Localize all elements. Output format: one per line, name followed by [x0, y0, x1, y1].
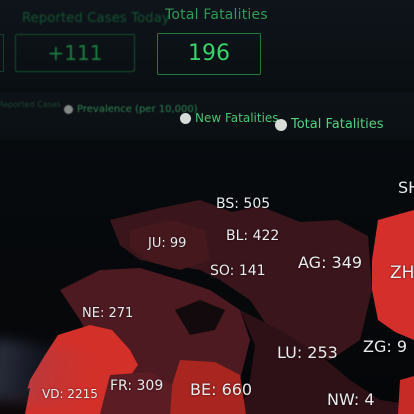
canton-label-bl: BL: 422: [226, 228, 280, 244]
canton-label-so: SO: 141: [210, 263, 266, 279]
total-fatalities-value: 196: [157, 33, 261, 75]
canton-label-zh: ZH: [390, 263, 414, 283]
stats-header: Reported Cases Today +111 Total Fataliti…: [0, 0, 414, 88]
legend-reported-cases[interactable]: Reported Cases: [0, 100, 61, 109]
canton-label-nw: NW: 4: [327, 390, 375, 409]
legend-total-fatalities[interactable]: Total Fatalities: [275, 117, 384, 132]
canton-label-vd: VD: 2215: [42, 387, 98, 401]
legend-new-fatalities[interactable]: New Fatalities: [180, 111, 279, 125]
canton-label-lu: LU: 253: [277, 343, 338, 362]
legend-reported-cases-label: Reported Cases: [0, 100, 61, 109]
radio-dot-icon: [180, 112, 191, 124]
canton-label-fr: FR: 309: [110, 378, 164, 394]
canton-label-ne: NE: 271: [82, 306, 134, 321]
map-region-right-bright: [398, 376, 414, 414]
canton-map: BS: 505 BL: 422 JU: 99 SO: 141 AG: 349 Z…: [0, 150, 414, 414]
legend-prevalence[interactable]: Prevalence (per 10,000): [64, 104, 198, 115]
canton-label-ag: AG: 349: [298, 253, 363, 272]
radio-dot-icon: [275, 118, 287, 131]
canton-label-be: BE: 660: [190, 380, 253, 399]
canton-label-sh: SH: [398, 178, 414, 197]
radio-dot-icon: [64, 105, 73, 114]
canton-label-zg: ZG: 9: [363, 337, 408, 356]
legend-new-fatalities-label: New Fatalities: [195, 111, 279, 125]
reported-cases-today-label: Reported Cases Today: [22, 11, 170, 26]
dashboard-screen: Reported Cases Today +111 Total Fataliti…: [0, 0, 414, 414]
legend-total-fatalities-label: Total Fatalities: [291, 117, 384, 132]
canton-label-ju: JU: 99: [148, 236, 187, 251]
total-fatalities-label: Total Fatalities: [165, 7, 268, 23]
stat-box-partial: [0, 34, 4, 72]
canton-label-bs: BS: 505: [216, 196, 271, 212]
reported-cases-today-value: +111: [15, 34, 135, 72]
